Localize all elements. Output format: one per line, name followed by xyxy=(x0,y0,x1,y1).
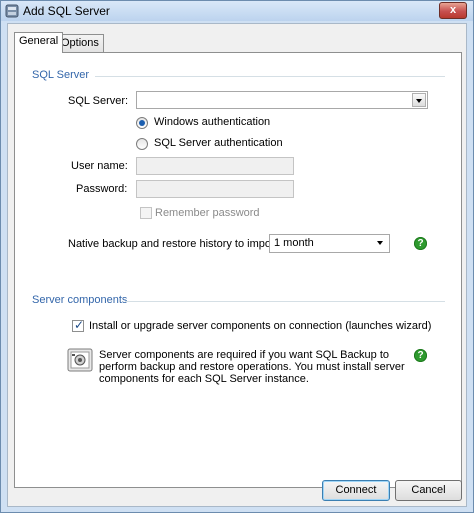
sql-auth-label[interactable]: SQL Server authentication xyxy=(154,137,283,149)
windows-auth-label[interactable]: Windows authentication xyxy=(154,116,270,128)
dialog-window: Add SQL Server x General Options SQL Ser… xyxy=(0,0,474,513)
sql-server-section-title: SQL Server xyxy=(32,69,90,81)
password-field[interactable] xyxy=(136,180,294,198)
username-label: User name: xyxy=(71,160,128,172)
close-button[interactable]: x xyxy=(439,2,467,19)
help-icon[interactable]: ? xyxy=(414,237,427,250)
sql-server-label: SQL Server: xyxy=(68,95,129,107)
install-components-label[interactable]: Install or upgrade server components on … xyxy=(89,320,431,332)
history-import-label: Native backup and restore history to imp… xyxy=(68,238,281,250)
server-components-section-title: Server components xyxy=(32,294,128,306)
checkmark-icon: ✓ xyxy=(74,318,85,332)
password-label: Password: xyxy=(76,183,128,195)
username-field[interactable] xyxy=(136,157,294,175)
connect-button[interactable]: Connect xyxy=(322,480,390,501)
server-components-info-text: Server components are required if you wa… xyxy=(99,349,405,385)
section-divider xyxy=(95,76,445,77)
chevron-down-icon[interactable] xyxy=(374,236,388,250)
section-divider xyxy=(125,301,445,302)
tab-options[interactable]: Options xyxy=(56,34,104,52)
window-title: Add SQL Server xyxy=(23,4,110,18)
sql-auth-radio[interactable] xyxy=(136,138,148,150)
chevron-down-icon[interactable] xyxy=(412,93,426,107)
server-component-icon xyxy=(67,348,93,372)
title-bar: Add SQL Server x xyxy=(1,1,473,21)
remember-password-label: Remember password xyxy=(155,207,260,219)
install-components-checkbox[interactable]: ✓ xyxy=(72,318,85,332)
tab-general[interactable]: General xyxy=(14,32,64,53)
help-icon[interactable]: ? xyxy=(414,349,427,362)
windows-auth-radio[interactable] xyxy=(136,117,148,129)
history-import-value: 1 month xyxy=(274,237,314,249)
cancel-button[interactable]: Cancel xyxy=(395,480,462,501)
app-icon xyxy=(5,4,19,18)
general-tab-panel: SQL Server SQL Server: Windows authentic… xyxy=(14,52,462,488)
dialog-client-area: General Options SQL Server SQL Server: W… xyxy=(7,23,467,507)
sql-server-combo[interactable] xyxy=(136,91,428,109)
history-import-combo[interactable]: 1 month xyxy=(269,234,390,253)
remember-password-checkbox[interactable] xyxy=(140,207,152,219)
